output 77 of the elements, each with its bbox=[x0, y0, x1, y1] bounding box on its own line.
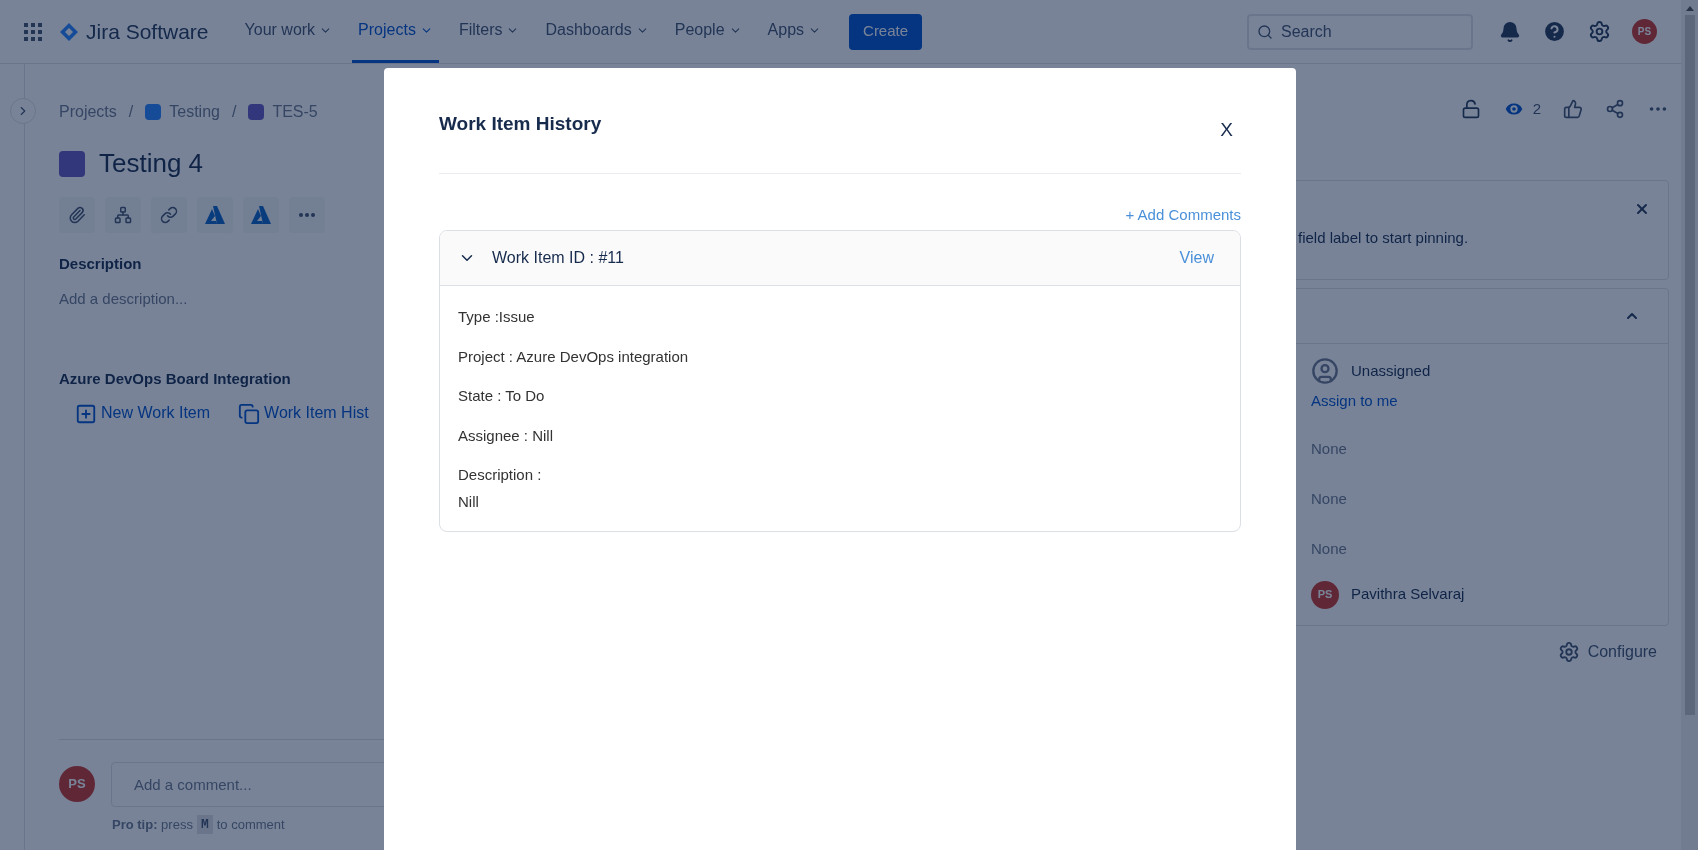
more-icon bbox=[299, 213, 315, 217]
hierarchy-icon bbox=[114, 206, 132, 224]
work-item-description: Nill bbox=[458, 491, 480, 512]
field-value: None bbox=[1311, 439, 1348, 460]
scrollbar[interactable] bbox=[1681, 0, 1698, 850]
keyboard-key: M bbox=[196, 814, 213, 834]
settings-icon[interactable] bbox=[1588, 20, 1611, 43]
view-link[interactable]: View bbox=[1179, 246, 1214, 270]
new-work-item-link[interactable]: New Work Item bbox=[75, 400, 211, 425]
issue-type-icon bbox=[59, 150, 85, 177]
add-comments-link[interactable]: + Add Comments bbox=[1125, 203, 1241, 226]
breadcrumb-link[interactable]: Testing bbox=[169, 100, 220, 124]
user-avatar[interactable]: PS bbox=[1632, 19, 1657, 44]
close-icon[interactable] bbox=[1634, 201, 1650, 217]
help-icon[interactable] bbox=[1542, 19, 1567, 44]
thumbs-up-icon[interactable] bbox=[1563, 99, 1583, 119]
breadcrumb-link[interactable]: Projects bbox=[59, 100, 117, 124]
search-icon bbox=[1257, 23, 1273, 40]
user-avatar-icon bbox=[1311, 357, 1339, 385]
nav-menu-tab[interactable]: Projects bbox=[352, 0, 439, 63]
configure-link[interactable]: Configure bbox=[1587, 639, 1657, 664]
toolbar-button[interactable] bbox=[59, 197, 95, 233]
toolbar-button[interactable] bbox=[243, 197, 279, 233]
lock-icon[interactable] bbox=[1460, 99, 1481, 119]
description-placeholder[interactable]: Add a description... bbox=[59, 287, 188, 310]
create-button[interactable]: Create bbox=[849, 13, 923, 50]
user-avatar: PS bbox=[1311, 580, 1339, 609]
azure-logo-icon bbox=[251, 206, 271, 224]
field-value: None bbox=[1311, 489, 1348, 510]
watcher-count: 2 bbox=[1532, 98, 1541, 119]
work-item-id: Work Item ID : #11 bbox=[492, 248, 624, 268]
work-item-field: State : To Do bbox=[458, 385, 1222, 408]
scroll-up-arrow-icon[interactable] bbox=[1685, 6, 1694, 11]
nav-menu-tab[interactable]: Apps bbox=[761, 0, 828, 63]
azure-logo-icon bbox=[205, 206, 225, 224]
stacked-pages-icon bbox=[238, 402, 261, 425]
square-plus-icon bbox=[75, 402, 97, 425]
attachment-icon bbox=[68, 206, 86, 224]
search-field[interactable]: Search bbox=[1247, 13, 1473, 50]
issue-type-icon bbox=[248, 104, 265, 120]
close-button[interactable]: X bbox=[1220, 116, 1233, 145]
toolbar-button[interactable] bbox=[289, 197, 325, 233]
user-avatar: PS bbox=[59, 766, 95, 802]
pro-tip-text: to comment bbox=[216, 815, 285, 834]
link-icon bbox=[160, 206, 178, 224]
work-item-field: Description : bbox=[458, 464, 1222, 487]
app-switcher-icon[interactable] bbox=[24, 22, 42, 41]
nav-menu-tab[interactable]: Dashboards bbox=[539, 0, 655, 63]
nav-menu-tab[interactable]: People bbox=[668, 0, 748, 63]
work-item-history-link[interactable]: Work Item Hist bbox=[238, 400, 369, 425]
assignee-value: Unassigned bbox=[1351, 360, 1431, 381]
dialog-title: Work Item History bbox=[439, 112, 602, 136]
diamond-logo-icon bbox=[60, 22, 78, 41]
issue-title: Testing 4 bbox=[99, 147, 204, 180]
description-label: Description bbox=[59, 254, 142, 274]
breadcrumb-link[interactable]: TES-5 bbox=[272, 100, 318, 124]
integration-title: Azure DevOps Board Integration bbox=[59, 369, 291, 389]
reporter-value: Pavithra Selvaraj bbox=[1351, 584, 1465, 605]
share-icon[interactable] bbox=[1605, 99, 1625, 119]
work-item-field: Project : Azure DevOps integration bbox=[458, 345, 1222, 368]
pro-tip-text: Pro tip: press bbox=[112, 815, 193, 834]
settings-icon[interactable] bbox=[1557, 640, 1580, 663]
nav-menu-tab[interactable]: Filters bbox=[452, 0, 526, 63]
notifications-icon[interactable] bbox=[1499, 20, 1521, 43]
toolbar-button[interactable] bbox=[151, 197, 187, 233]
product-name[interactable]: Jira Software bbox=[86, 15, 209, 48]
work-item-field: Type :Issue bbox=[458, 306, 1222, 329]
breadcrumb-separator: / bbox=[231, 102, 237, 122]
toolbar-button[interactable] bbox=[105, 197, 141, 233]
breadcrumb-separator: / bbox=[128, 102, 134, 122]
assign-to-me-link[interactable]: Assign to me bbox=[1311, 390, 1398, 413]
toolbar-button[interactable] bbox=[197, 197, 233, 233]
field-value: None bbox=[1311, 539, 1348, 560]
work-item-field: Assignee : Nill bbox=[458, 424, 1222, 447]
project-avatar-icon bbox=[145, 104, 162, 120]
nav-menu-tab[interactable]: Your work bbox=[238, 0, 339, 63]
pinning-hint: field label to start pinning. bbox=[1298, 228, 1470, 248]
